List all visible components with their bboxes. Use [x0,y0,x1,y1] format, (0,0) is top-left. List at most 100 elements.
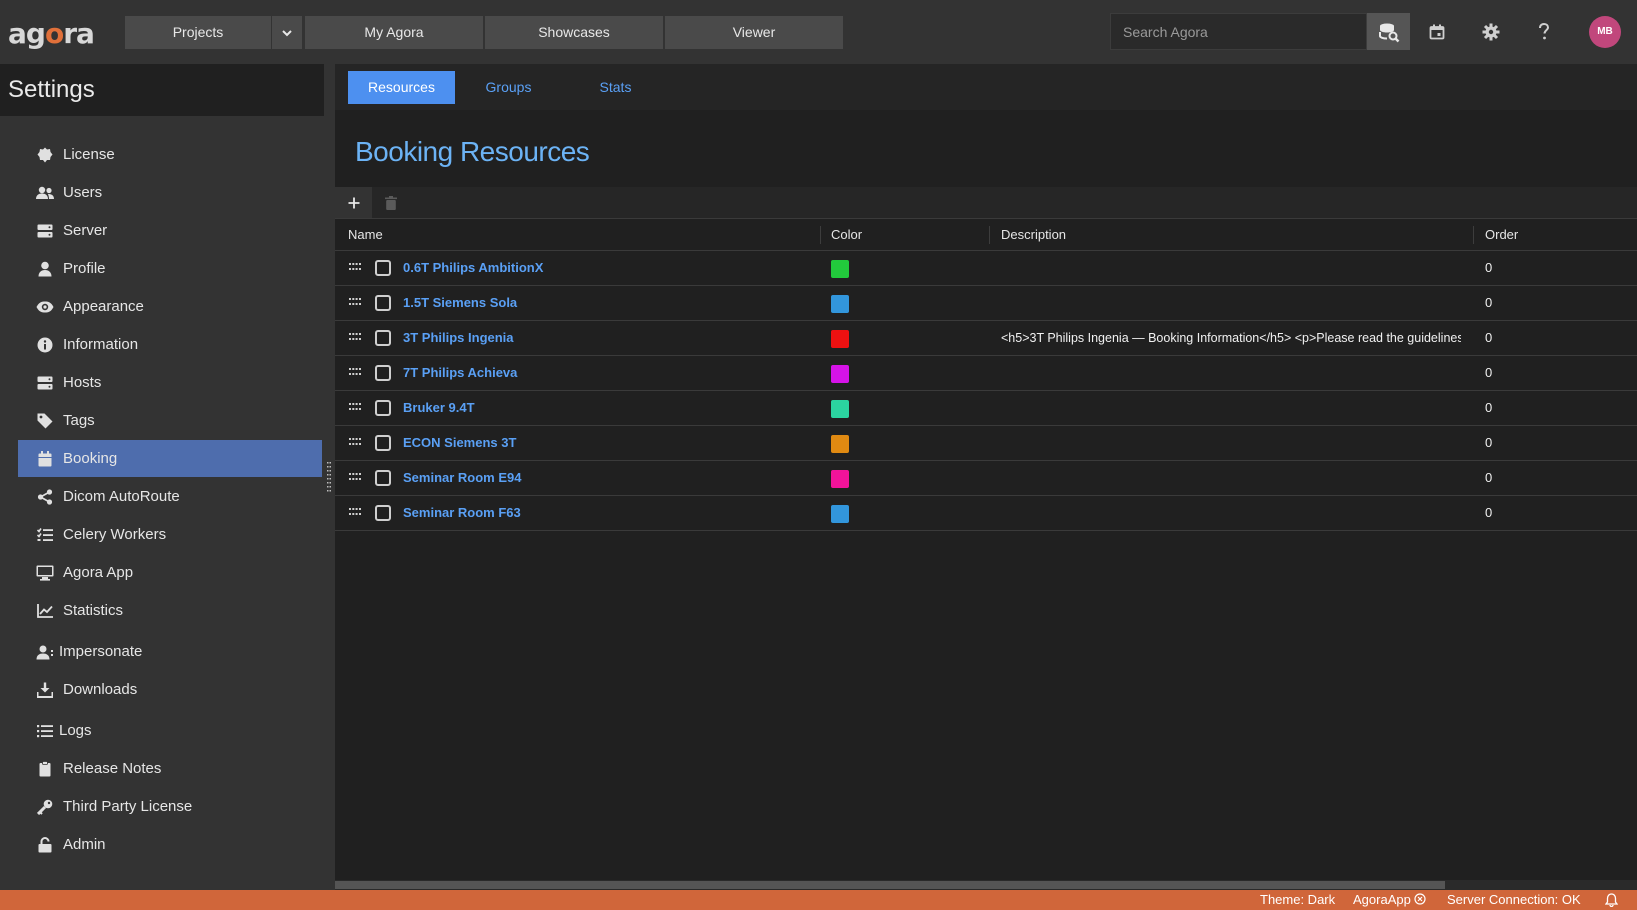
viewer-button[interactable]: Viewer [665,16,843,49]
resource-name-link[interactable]: Seminar Room F63 [403,496,521,530]
sidebar-item-downloads[interactable]: Downloads [18,671,322,708]
tab-groups[interactable]: Groups [455,71,562,104]
sidebar-item-label: Information [63,336,139,353]
column-divider[interactable] [1473,226,1474,244]
settings-button[interactable] [1478,19,1504,45]
sidebar-item-users[interactable]: Users [18,174,322,211]
close-circle-icon[interactable] [1414,893,1427,905]
column-header-name[interactable]: Name [348,219,383,250]
resources-table: Name Color Description Order 0.6T Philip… [335,218,1637,531]
row-checkbox[interactable] [375,505,391,521]
table-row[interactable]: ECON Siemens 3T 0 [335,426,1637,461]
tab-resources[interactable]: Resources [348,71,455,104]
section-title: Booking Resources [355,136,590,167]
add-resource-button[interactable] [335,187,372,218]
lock-icon [36,836,54,854]
column-divider[interactable] [989,226,990,244]
sidebar-item-label: License [63,146,115,163]
column-header-description[interactable]: Description [1001,219,1066,250]
sidebar-item-server[interactable]: Server [18,212,322,249]
sidebar-item-label: Appearance [63,298,144,315]
settings-sidebar: Settings License Users Server Profile Ap… [0,64,335,890]
sidebar-item-license[interactable]: License [18,136,322,173]
sidebar-item-profile[interactable]: Profile [18,250,322,287]
row-checkbox[interactable] [375,295,391,311]
row-checkbox[interactable] [375,365,391,381]
app-status[interactable]: AgoraApp [1353,890,1427,910]
sidebar-item-dicom-autoroute[interactable]: Dicom AutoRoute [18,478,322,515]
help-button[interactable] [1531,19,1557,45]
avatar[interactable]: MB [1589,16,1621,48]
resource-name-link[interactable]: Bruker 9.4T [403,391,475,425]
row-checkbox[interactable] [375,435,391,451]
chart-icon [36,602,54,620]
sidebar-item-appearance[interactable]: Appearance [18,288,322,325]
sidebar-item-label: Hosts [63,374,102,391]
color-swatch [831,400,849,418]
search-button[interactable] [1367,13,1410,50]
sidebar-item-impersonate[interactable]: Impersonate [18,633,322,670]
column-header-color[interactable]: Color [831,219,862,250]
color-swatch [831,330,849,348]
showcases-button[interactable]: Showcases [485,16,663,49]
calendar-button[interactable] [1424,19,1450,45]
delete-resource-button[interactable] [372,187,409,218]
table-row[interactable]: Seminar Room F63 0 [335,496,1637,531]
table-row[interactable]: 0.6T Philips AmbitionX 0 [335,251,1637,286]
row-checkbox[interactable] [375,470,391,486]
sidebar-header: Settings [0,64,324,116]
notifications-button[interactable] [1604,893,1619,910]
eye-icon [36,298,54,316]
agora-logo[interactable]: agora [8,16,95,52]
sidebar-item-label: Server [63,222,108,239]
row-checkbox[interactable] [375,260,391,276]
row-checkbox[interactable] [375,400,391,416]
sidebar-item-agora-app[interactable]: Agora App [18,554,322,591]
drag-handle-icon[interactable] [349,402,361,412]
sidebar-item-third-party-license[interactable]: Third Party License [18,788,322,825]
sidebar-item-statistics[interactable]: Statistics [18,592,322,629]
table-row[interactable]: Bruker 9.4T 0 [335,391,1637,426]
sidebar-item-tags[interactable]: Tags [18,402,322,439]
tab-stats[interactable]: Stats [562,71,669,104]
scrollbar-thumb[interactable] [335,881,1445,889]
drag-handle-icon[interactable] [349,367,361,377]
drag-handle-icon[interactable] [349,507,361,517]
sidebar-resize-handle[interactable] [327,462,331,492]
resource-order: 0 [1485,505,1493,520]
drag-handle-icon[interactable] [349,332,361,342]
server-icon [36,222,54,240]
app-status-label: AgoraApp [1353,892,1411,907]
projects-dropdown-button[interactable] [272,16,302,49]
drag-handle-icon[interactable] [349,472,361,482]
resource-name-link[interactable]: Seminar Room E94 [403,461,522,495]
theme-status[interactable]: Theme: Dark [1260,890,1335,910]
table-row[interactable]: Seminar Room E94 0 [335,461,1637,496]
sidebar-item-release-notes[interactable]: Release Notes [18,750,322,787]
table-row[interactable]: 1.5T Siemens Sola 0 [335,286,1637,321]
sidebar-item-booking[interactable]: Booking [18,440,322,477]
my-agora-button[interactable]: My Agora [305,16,483,49]
sidebar-item-information[interactable]: Information [18,326,322,363]
resource-name-link[interactable]: ECON Siemens 3T [403,426,516,460]
sidebar-item-celery-workers[interactable]: Celery Workers [18,516,322,553]
drag-handle-icon[interactable] [349,297,361,307]
resource-name-link[interactable]: 1.5T Siemens Sola [403,286,517,320]
row-checkbox[interactable] [375,330,391,346]
sidebar-item-logs[interactable]: Logs [18,712,322,749]
sidebar-item-admin[interactable]: Admin [18,826,322,863]
column-header-order[interactable]: Order [1485,219,1518,250]
horizontal-scrollbar[interactable] [335,880,1637,890]
resource-name-link[interactable]: 7T Philips Achieva [403,356,517,390]
table-row[interactable]: 3T Philips Ingenia <h5>3T Philips Ingeni… [335,321,1637,356]
sidebar-item-label: Impersonate [59,643,143,660]
drag-handle-icon[interactable] [349,262,361,272]
resource-name-link[interactable]: 0.6T Philips AmbitionX [403,251,543,285]
sidebar-item-hosts[interactable]: Hosts [18,364,322,401]
projects-button[interactable]: Projects [125,16,271,49]
column-divider[interactable] [820,226,821,244]
search-input[interactable] [1110,13,1367,50]
drag-handle-icon[interactable] [349,437,361,447]
table-row[interactable]: 7T Philips Achieva 0 [335,356,1637,391]
resource-name-link[interactable]: 3T Philips Ingenia [403,321,514,355]
